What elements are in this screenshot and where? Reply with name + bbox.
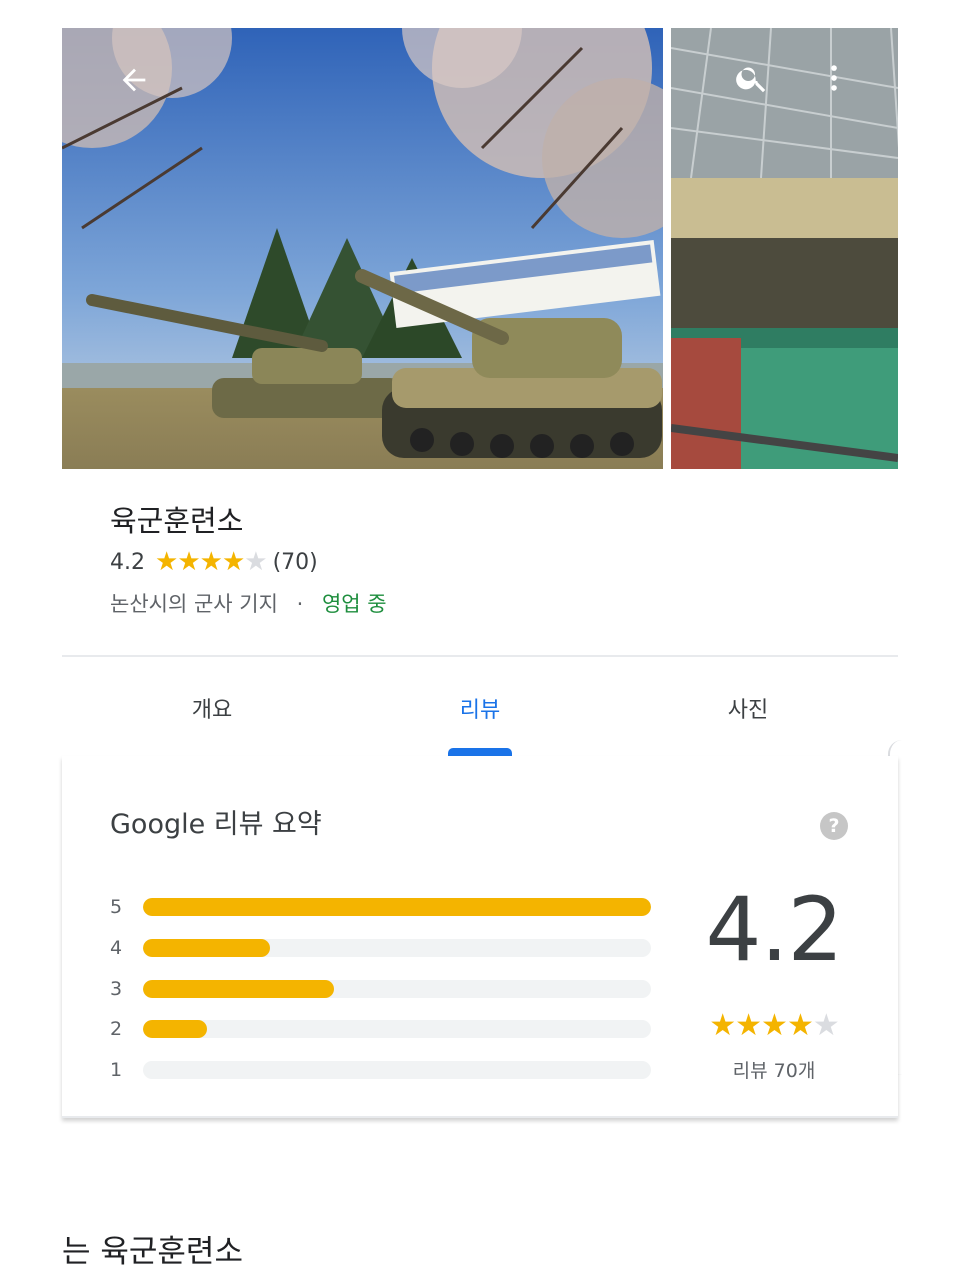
tab-overview[interactable]: 개요 [162, 660, 262, 756]
rating-bar-track [143, 980, 651, 998]
search-icon [736, 67, 766, 93]
gymnasium-photo [671, 28, 898, 469]
rating-bar-track [143, 898, 651, 916]
rating-bar-fill [143, 898, 651, 916]
section-heading: 는 육군훈련소 [62, 1234, 243, 1270]
side-photo[interactable] [671, 28, 898, 469]
rating-bar-fill [143, 980, 334, 998]
star-level-label: 4 [110, 937, 123, 959]
review-count[interactable]: (70) [273, 550, 318, 575]
rating-bar-track [143, 939, 651, 957]
tab-reviews[interactable]: 리뷰 [430, 660, 530, 756]
open-status: 영업 중 [321, 592, 387, 616]
star-icon: ★ [177, 547, 200, 577]
arrow-back-icon [122, 68, 146, 92]
rating-bar-row[interactable]: 5 [110, 896, 655, 918]
rating-value: 4.2 [110, 549, 145, 575]
active-tab-indicator [448, 748, 512, 756]
search-button[interactable] [728, 54, 776, 102]
star-level-label: 2 [110, 1018, 123, 1040]
star-empty-icon: ★ [812, 1008, 840, 1043]
review-summary-title: Google 리뷰 요약 [110, 809, 322, 840]
place-category: 논산시의 군사 기지 [110, 592, 278, 616]
star-icon: ★ [221, 547, 245, 577]
place-title: 육군훈련소 [110, 504, 244, 538]
star-icon: ★ [199, 547, 223, 577]
rating-bar-fill [143, 939, 270, 957]
star-level-label: 1 [110, 1059, 123, 1081]
place-info: 논산시의 군사 기지 · 영업 중 [110, 588, 387, 618]
star-level-label: 5 [110, 896, 123, 918]
star-icon: ★ [786, 1008, 814, 1043]
rating-bar-track [143, 1061, 651, 1079]
rating-bar-row[interactable]: 3 [110, 978, 655, 1000]
back-button[interactable] [110, 56, 158, 104]
rating-bar-row[interactable]: 4 [110, 937, 655, 959]
rating-bar-track [143, 1020, 651, 1038]
rating-stars: ★★★★★ [155, 547, 268, 577]
tab-photos[interactable]: 사진 [698, 660, 798, 756]
separator: · [296, 592, 304, 616]
star-icon: ★ [709, 1008, 736, 1043]
star-icon: ★ [155, 547, 178, 577]
divider [62, 655, 898, 657]
average-rating: 4.2 [705, 878, 844, 981]
more-vert-icon [831, 65, 837, 91]
star-empty-icon: ★ [244, 547, 267, 577]
rating-bar-fill [143, 1020, 207, 1038]
star-level-label: 3 [110, 978, 123, 1000]
more-options-button[interactable] [812, 54, 856, 102]
help-icon[interactable]: ? [820, 812, 848, 840]
star-icon: ★ [735, 1008, 762, 1043]
average-rating-stars: ★★★★★ [690, 1008, 858, 1044]
total-reviews-label[interactable]: 리뷰 70개 [690, 1056, 858, 1083]
rating-bar-row[interactable]: 1 [110, 1059, 655, 1081]
rating-row[interactable]: 4.2 ★★★★★ (70) [110, 544, 318, 580]
star-icon: ★ [761, 1008, 788, 1043]
rating-bar-row[interactable]: 2 [110, 1018, 655, 1040]
divider [62, 1116, 898, 1118]
tab-bar: 개요 리뷰 사진 [62, 660, 898, 756]
